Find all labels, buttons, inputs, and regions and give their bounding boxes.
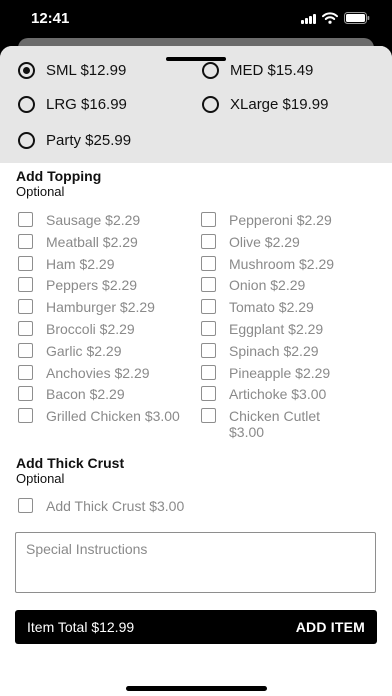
topping-label: Hamburger $2.29 (46, 299, 155, 316)
topping-checkbox-item[interactable]: Broccoli $2.29 (18, 321, 135, 337)
checkbox[interactable] (201, 386, 216, 402)
checkbox[interactable] (18, 364, 33, 380)
thick-crust-label: Add Thick Crust $3.00 (46, 498, 185, 514)
topping-checkbox-item[interactable]: Tomato $2.29 (201, 299, 314, 315)
checkbox[interactable] (18, 386, 33, 402)
topping-checkbox-item[interactable]: Ham $2.29 (18, 255, 115, 272)
topping-section-subtitle: Optional (16, 184, 65, 199)
radio-icon (202, 96, 219, 113)
topping-checkbox-item[interactable]: Bacon $2.29 (18, 386, 125, 402)
topping-label: Pepperoni $2.29 (229, 212, 332, 228)
size-option-label: SML $12.99 (46, 62, 127, 79)
status-bar: 12:41 (0, 0, 392, 42)
topping-label: Ham $2.29 (46, 255, 115, 272)
special-instructions-input[interactable]: Special Instructions (15, 532, 376, 593)
topping-label: Eggplant $2.29 (229, 321, 324, 337)
size-option-sml[interactable]: SML $12.99 (18, 62, 126, 79)
topping-checkbox-item[interactable]: Spinach $2.29 (201, 342, 319, 359)
radio-selected-icon (18, 62, 35, 79)
status-time: 12:41 (31, 10, 70, 27)
signal-icon (301, 13, 316, 24)
checkbox[interactable] (18, 408, 33, 424)
topping-label: Tomato $2.29 (229, 299, 314, 316)
topping-section-title: Add Topping (16, 168, 102, 184)
checkbox[interactable] (18, 255, 33, 271)
checkbox[interactable] (201, 233, 216, 249)
size-option-label: LRG $16.99 (46, 96, 127, 113)
topping-checkbox-item[interactable]: Chicken Cutlet $3.00 (201, 408, 320, 440)
size-option-party[interactable]: Party $25.99 (18, 132, 131, 149)
size-option-xlarge[interactable]: XLarge $19.99 (202, 96, 328, 113)
size-option-med[interactable]: MED $15.49 (202, 62, 313, 79)
checkbox[interactable] (18, 498, 33, 513)
item-total-bar: Item Total $12.99 ADD ITEM (15, 610, 377, 644)
checkbox[interactable] (201, 364, 216, 380)
topping-label: Sausage $2.29 (46, 212, 141, 228)
radio-icon (18, 132, 35, 149)
checkbox[interactable] (201, 277, 216, 293)
home-indicator[interactable] (126, 686, 267, 691)
add-item-button[interactable]: ADD ITEM (296, 619, 365, 635)
topping-label: Onion $2.29 (229, 277, 306, 294)
topping-checkbox-item[interactable]: Sausage $2.29 (18, 212, 140, 228)
topping-label: Peppers $2.29 (46, 277, 138, 294)
item-options-sheet: SML $12.99 MED $15.49 LRG $16.99 XLarge … (0, 46, 392, 696)
topping-checkbox-item[interactable]: Mushroom $2.29 (201, 255, 335, 272)
thick-crust-checkbox-item[interactable]: Add Thick Crust $3.00 (18, 498, 184, 514)
topping-checkbox-item[interactable]: Artichoke $3.00 (201, 386, 326, 402)
topping-label: Spinach $2.29 (229, 342, 319, 359)
topping-checkbox-item[interactable]: Onion $2.29 (201, 277, 305, 293)
checkbox[interactable] (18, 277, 33, 293)
checkbox[interactable] (18, 321, 33, 336)
checkbox[interactable] (201, 212, 216, 227)
size-option-label: XLarge $19.99 (230, 96, 329, 113)
topping-label: Bacon $2.29 (46, 386, 125, 403)
checkbox[interactable] (18, 342, 33, 358)
checkbox[interactable] (18, 233, 33, 249)
topping-label: Olive $2.29 (229, 233, 300, 250)
checkbox[interactable] (18, 299, 33, 315)
topping-checkbox-item[interactable]: Garlic $2.29 (18, 342, 122, 359)
checkbox[interactable] (201, 299, 216, 315)
topping-label: Artichoke $3.00 (229, 386, 327, 403)
topping-checkbox-item[interactable]: Eggplant $2.29 (201, 321, 323, 337)
radio-icon (18, 96, 35, 113)
topping-label: Garlic $2.29 (46, 342, 122, 359)
topping-label: Mushroom $2.29 (229, 255, 335, 272)
topping-label: Anchovies $2.29 (46, 364, 150, 381)
topping-checkbox-item[interactable]: Hamburger $2.29 (18, 299, 155, 315)
topping-checkbox-item[interactable]: Anchovies $2.29 (18, 364, 150, 381)
wifi-icon (322, 12, 338, 24)
topping-checkbox-item[interactable]: Pineapple $2.29 (201, 364, 331, 381)
checkbox[interactable] (201, 321, 216, 336)
radio-icon (202, 62, 219, 79)
size-options-panel: SML $12.99 MED $15.49 LRG $16.99 XLarge … (0, 46, 392, 163)
topping-checkbox-item[interactable]: Meatball $2.29 (18, 233, 138, 250)
checkbox[interactable] (201, 255, 216, 271)
topping-label: Grilled Chicken $3.00 (46, 408, 180, 425)
topping-label: Meatball $2.29 (46, 233, 138, 250)
topping-checkbox-item[interactable]: Peppers $2.29 (18, 277, 137, 293)
size-option-lrg[interactable]: LRG $16.99 (18, 96, 127, 113)
topping-label: Chicken Cutlet $3.00 (229, 408, 321, 441)
topping-checkbox-item[interactable]: Pepperoni $2.29 (201, 212, 332, 228)
size-option-label: MED $15.49 (230, 62, 314, 79)
crust-section-subtitle: Optional (16, 471, 65, 486)
topping-checkbox-item[interactable]: Grilled Chicken $3.00 (18, 408, 180, 424)
battery-icon (344, 12, 370, 24)
crust-section-title: Add Thick Crust (16, 455, 125, 471)
topping-label: Pineapple $2.29 (229, 364, 331, 381)
topping-checkbox-item[interactable]: Olive $2.29 (201, 233, 300, 250)
checkbox[interactable] (201, 408, 216, 424)
topping-label: Broccoli $2.29 (46, 321, 135, 337)
checkbox[interactable] (18, 212, 33, 227)
status-icons (301, 12, 370, 24)
sheet-grabber[interactable] (166, 57, 226, 61)
checkbox[interactable] (201, 342, 216, 358)
item-total-label: Item Total $12.99 (27, 619, 135, 635)
size-option-label: Party $25.99 (46, 132, 132, 149)
